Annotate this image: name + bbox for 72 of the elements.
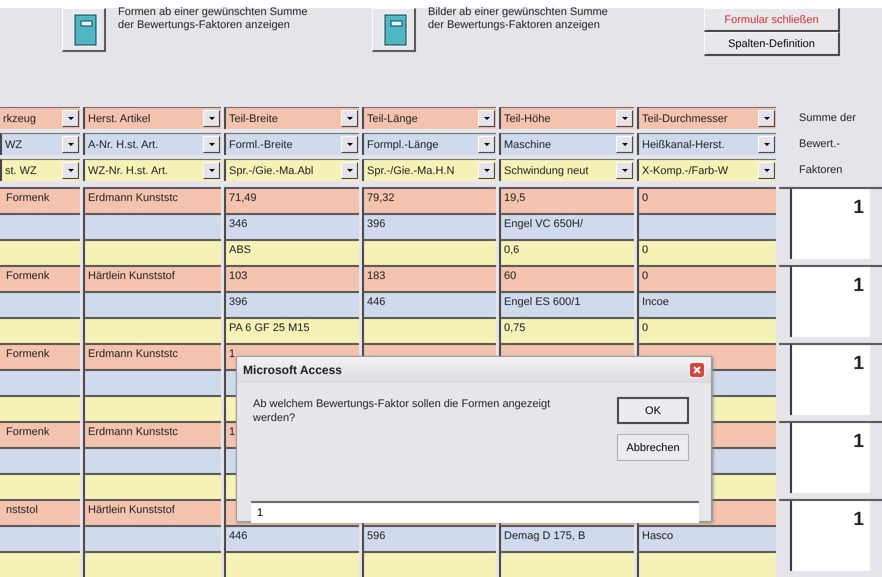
- cancel-button[interactable]: Abbrechen: [617, 434, 689, 461]
- table-cell: 0,6: [499, 239, 634, 265]
- filter-dropdown[interactable]: Heißkanal-Herst.: [637, 133, 776, 155]
- report-button[interactable]: [62, 8, 106, 52]
- table-cell: 396: [362, 213, 496, 239]
- sum-label: Summe der: [798, 111, 857, 126]
- filter-dropdown[interactable]: Spr.-/Gie.-Ma.Abl: [224, 159, 359, 181]
- table-cell: 596: [362, 525, 496, 551]
- table-cell: Formenk: [0, 421, 80, 447]
- table-cell: Formenk: [0, 187, 80, 213]
- filter-dropdown[interactable]: Forml.-Breite: [224, 133, 359, 155]
- table-cell: 60: [499, 265, 634, 291]
- score-sum-field: 1: [790, 189, 870, 259]
- filter-dropdown[interactable]: Spr.-/Gie.-Ma.H.N: [362, 159, 496, 181]
- dialog-message: Ab welchem Bewertungs-Faktor sollen die Formen angezeigt werden?: [253, 397, 552, 426]
- filter-dropdown[interactable]: X-Komp.-/Farb-W: [637, 159, 776, 181]
- action-label: Formen ab einer gewünschten Summe der Bewertungs-Faktoren anzeigen: [118, 6, 308, 32]
- input-field[interactable]: 1: [251, 501, 699, 523]
- table-cell: Erdmann Kunststc: [83, 421, 221, 447]
- table-cell: Demag D 175, B: [499, 525, 634, 551]
- close-icon[interactable]: [689, 362, 705, 378]
- filter-dropdown[interactable]: Teil-Durchmesser: [637, 107, 776, 129]
- sum-label: Faktoren: [798, 163, 844, 178]
- score-sum-field: 1: [790, 345, 870, 415]
- table-cell: 183: [362, 265, 496, 291]
- filter-dropdown[interactable]: st. WZ: [0, 159, 80, 181]
- ok-button[interactable]: OK: [617, 397, 689, 424]
- filter-dropdown[interactable]: Maschine: [499, 133, 634, 155]
- table-cell: Erdmann Kunststc: [83, 187, 221, 213]
- action-label: Bilder ab einer gewünschten Summe der Bewertungs-Faktoren anzeigen: [428, 6, 609, 32]
- table-cell: 0: [637, 187, 776, 213]
- table-cell: 0: [637, 317, 776, 343]
- sum-label: Bewert.-: [798, 137, 841, 152]
- table-cell: Erdmann Kunststc: [83, 343, 221, 369]
- column-definition-button[interactable]: Spalten-Definition: [704, 32, 840, 56]
- filter-dropdown[interactable]: Teil-Breite: [224, 107, 359, 129]
- filter-dropdown[interactable]: Schwindung neut: [499, 159, 634, 181]
- table-cell: Engel ES 600/1: [499, 291, 634, 317]
- table-cell: Hasco: [637, 525, 776, 551]
- filter-dropdown[interactable]: Herst. Artikel: [83, 107, 221, 129]
- table-cell: 79,32: [362, 187, 496, 213]
- score-sum-field: 1: [790, 267, 870, 337]
- filter-dropdown[interactable]: Formpl.-Länge: [362, 133, 496, 155]
- table-cell: Incoe: [637, 291, 776, 317]
- filter-dropdown[interactable]: WZ: [0, 133, 80, 155]
- table-cell: 446: [362, 291, 496, 317]
- table-cell: 446: [224, 525, 359, 551]
- table-cell: 396: [224, 291, 359, 317]
- table-cell: 103: [224, 265, 359, 291]
- filter-dropdown[interactable]: rkzeug: [0, 107, 80, 129]
- filter-dropdown[interactable]: Teil-Länge: [362, 107, 496, 129]
- table-cell: Formenk: [0, 265, 80, 291]
- table-cell: Engel VC 650H/: [499, 213, 634, 239]
- table-cell: PA 6 GF 25 M15: [224, 317, 359, 343]
- table-cell: 0: [637, 265, 776, 291]
- close-form-button[interactable]: Formular schließen: [704, 8, 840, 32]
- table-cell: 0,75: [499, 317, 634, 343]
- table-cell: 71,49: [224, 187, 359, 213]
- filter-dropdown[interactable]: A-Nr. H.st. Art.: [83, 133, 221, 155]
- table-cell: nststol: [0, 499, 80, 525]
- filter-dropdown[interactable]: WZ-Nr. H.st. Art.: [83, 159, 221, 181]
- table-cell: ABS: [224, 239, 359, 265]
- table-cell: 0: [637, 239, 776, 265]
- table-cell: 346: [224, 213, 359, 239]
- score-sum-field: 1: [790, 501, 870, 571]
- filter-dropdown[interactable]: Teil-Höhe: [499, 107, 634, 129]
- table-cell: Formenk: [0, 343, 80, 369]
- table-cell: Härtlein Kunststof: [83, 265, 221, 291]
- score-sum-field: 1: [790, 423, 870, 493]
- report-button[interactable]: [372, 8, 416, 52]
- table-cell: 19,5: [499, 187, 634, 213]
- table-cell: Härtlein Kunststof: [83, 499, 221, 525]
